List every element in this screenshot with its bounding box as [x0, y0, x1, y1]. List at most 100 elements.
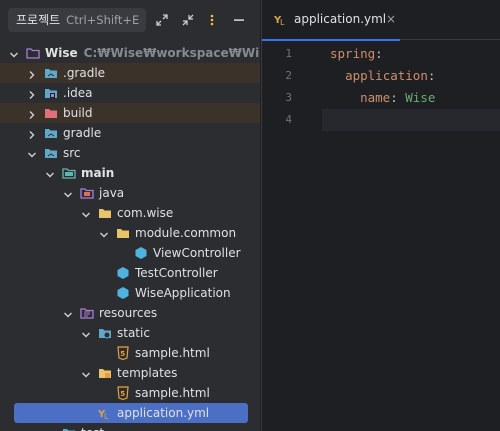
- tree-item[interactable]: templates: [0, 363, 260, 383]
- tree-item[interactable]: resources: [0, 303, 260, 323]
- svg-text:5: 5: [120, 390, 125, 398]
- tree-item[interactable]: java: [0, 183, 260, 203]
- code-token: Wise: [405, 90, 436, 105]
- tree-item-label: sample.html: [135, 386, 210, 400]
- project-panel: 프로젝트 Ctrl+Shift+E Wise C:₩Wise₩workspace₩W…: [0, 0, 260, 431]
- tree-item[interactable]: ViewController: [0, 243, 260, 263]
- collapse-all-icon[interactable]: [180, 12, 196, 28]
- tree-item[interactable]: gradle: [0, 123, 260, 143]
- code-line[interactable]: spring:: [330, 43, 500, 65]
- chevron-down-icon[interactable]: [62, 187, 74, 199]
- chevron-down-icon[interactable]: [98, 227, 110, 239]
- project-path: C:₩Wise₩workspace₩Wise: [83, 46, 260, 60]
- spring-bean-icon: [134, 246, 148, 260]
- excluded-folder-icon: [44, 106, 58, 120]
- svg-text:5: 5: [120, 350, 125, 358]
- code-line[interactable]: application:: [330, 65, 500, 87]
- chevron-down-icon[interactable]: [80, 207, 92, 219]
- hide-panel-icon[interactable]: [231, 12, 247, 28]
- code-content[interactable]: spring: application: name: Wise: [322, 43, 500, 131]
- close-tab-icon[interactable]: ×: [386, 12, 396, 26]
- tree-item[interactable]: .gradle: [0, 63, 260, 83]
- folder-icon: [44, 66, 58, 80]
- svg-text:L: L: [280, 18, 285, 26]
- tree-item-label: gradle: [63, 126, 102, 140]
- tree-item[interactable]: 5 sample.html: [0, 383, 260, 403]
- tree-item[interactable]: main: [0, 163, 260, 183]
- chevron-down-icon[interactable]: [44, 167, 56, 179]
- chevron-right-icon[interactable]: [26, 107, 38, 119]
- chevron-right-icon[interactable]: [26, 67, 38, 79]
- chevron-right-icon[interactable]: [26, 127, 38, 139]
- folder-icon: [44, 146, 58, 160]
- tree-item-label: .idea: [63, 86, 93, 100]
- tree-item[interactable]: .idea: [0, 83, 260, 103]
- package-icon: [98, 206, 112, 220]
- project-view-selector[interactable]: 프로젝트 Ctrl+Shift+E: [8, 8, 146, 32]
- templates-folder-icon: [98, 366, 112, 380]
- tree-item-label: Wise C:₩Wise₩workspace₩Wise: [45, 43, 260, 63]
- line-number: 3: [285, 91, 292, 104]
- code-token: spring: [330, 46, 376, 61]
- java-source-folder-icon: [80, 186, 94, 200]
- code-line[interactable]: name: Wise: [330, 87, 500, 109]
- tree-item[interactable]: test: [0, 423, 260, 431]
- html-file-icon: 5: [116, 346, 130, 361]
- chevron-down-icon[interactable]: [62, 307, 74, 319]
- svg-text:L: L: [104, 412, 109, 420]
- tree-item[interactable]: WiseApplication: [0, 283, 260, 303]
- tree-item-label: build: [63, 106, 93, 120]
- chevron-right-icon[interactable]: [44, 427, 56, 431]
- tree-item[interactable]: module.common: [0, 223, 260, 243]
- tree-item[interactable]: TestController: [0, 263, 260, 283]
- editor-area: YL application.yml × 1 2 3 4 spring: applic…: [261, 0, 500, 431]
- code-token: application: [345, 68, 428, 83]
- project-panel-header: 프로젝트 Ctrl+Shift+E: [0, 0, 260, 40]
- tree-item-label: .gradle: [63, 66, 106, 80]
- tree-item-label: templates: [117, 366, 178, 380]
- tree-item-label: WiseApplication: [135, 286, 231, 300]
- editor-tab-application-yml[interactable]: YL application.yml ×: [262, 0, 400, 41]
- line-number: 2: [285, 69, 292, 82]
- tree-item-label: application.yml: [117, 406, 210, 420]
- chevron-down-icon[interactable]: [80, 367, 92, 379]
- tree-item[interactable]: 5 sample.html: [0, 343, 260, 363]
- tree-item-label: ViewController: [153, 246, 241, 260]
- tree-item[interactable]: build: [0, 103, 260, 123]
- chevron-down-icon[interactable]: [8, 47, 20, 59]
- spring-bean-icon: [116, 286, 130, 300]
- chevron-right-icon[interactable]: [26, 87, 38, 99]
- tab-label: application.yml: [294, 12, 387, 26]
- tree-item-label: java: [99, 186, 125, 200]
- active-tab-indicator: [262, 39, 400, 41]
- line-number-gutter: 1 2 3 4: [262, 43, 318, 131]
- tree-item[interactable]: static: [0, 323, 260, 343]
- tree-item[interactable]: Y L application.yml: [14, 403, 248, 423]
- tree-item-label: main: [81, 166, 115, 180]
- code-token: :: [375, 46, 383, 61]
- line-number: 1: [285, 47, 292, 60]
- chevron-down-icon[interactable]: [80, 327, 92, 339]
- editor-tab-bar: YL application.yml ×: [262, 0, 500, 41]
- package-icon: [116, 226, 130, 240]
- project-panel-title: 프로젝트: [16, 13, 61, 27]
- tree-item-label: src: [63, 146, 81, 160]
- tree-item[interactable]: com.wise: [0, 203, 260, 223]
- more-options-icon[interactable]: [204, 12, 220, 28]
- expand-all-icon[interactable]: [154, 12, 170, 28]
- resources-folder-icon: [80, 306, 94, 320]
- project-tree: Wise C:₩Wise₩workspace₩Wise .gradle .idea bu…: [0, 43, 260, 431]
- code-token: :: [390, 90, 406, 105]
- web-folder-icon: [98, 326, 112, 340]
- tree-item-label: module.common: [135, 226, 237, 240]
- chevron-down-icon[interactable]: [26, 147, 38, 159]
- tree-item[interactable]: src: [0, 143, 260, 163]
- tree-item[interactable]: Wise C:₩Wise₩workspace₩Wise: [0, 43, 260, 63]
- tree-item-label: TestController: [135, 266, 218, 280]
- idea-folder-icon: [44, 86, 58, 100]
- code-line[interactable]: [322, 109, 500, 131]
- source-root-icon: [62, 166, 76, 180]
- tree-item-label: com.wise: [117, 206, 174, 220]
- yaml-file-icon: YL: [273, 12, 288, 29]
